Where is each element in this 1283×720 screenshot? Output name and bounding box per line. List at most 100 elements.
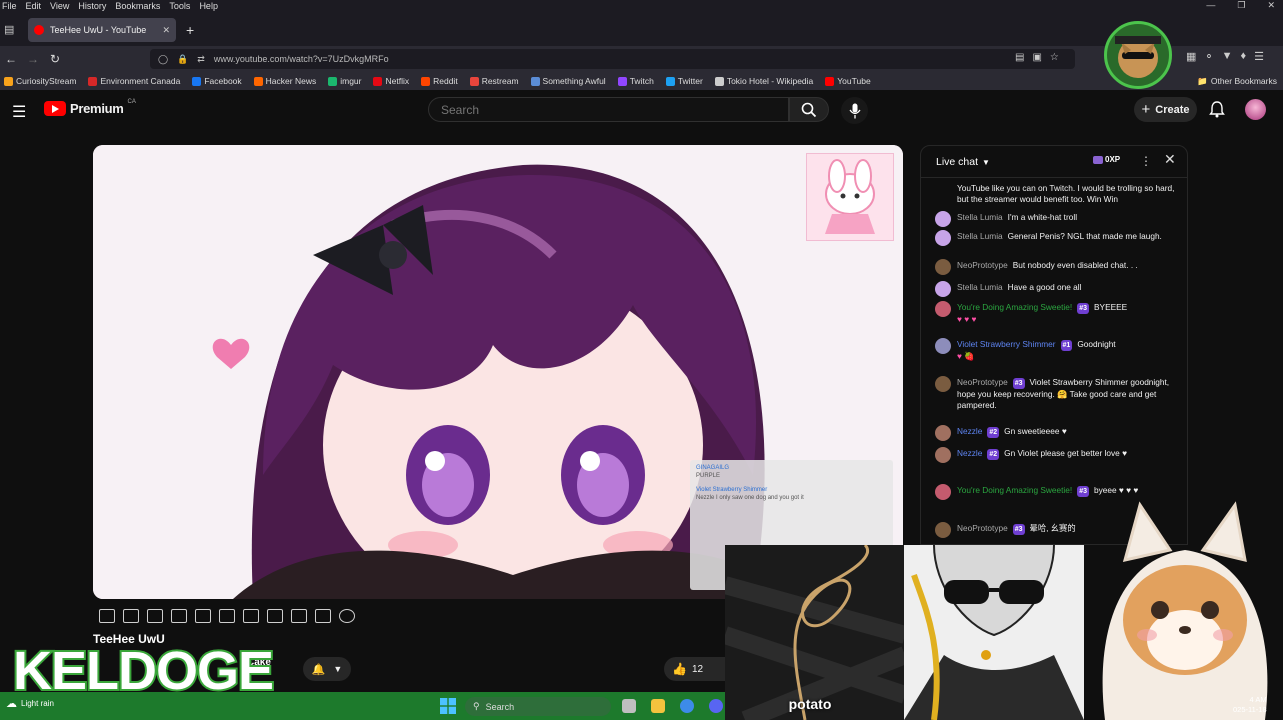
bookmark-item[interactable]: Netflix [373,76,409,86]
chat-author[interactable]: Stella Lumia [957,282,1003,292]
search-button[interactable] [789,97,829,122]
bookmark-item[interactable]: Reddit [421,76,458,86]
voice-search-button[interactable] [841,97,868,124]
tab-list-icon[interactable]: ▤ [4,23,14,36]
bookmark-item[interactable]: imgur [328,76,361,86]
loop-icon[interactable] [99,609,115,623]
bookmark-item[interactable]: Hacker News [253,76,316,86]
menu-edit[interactable]: Edit [26,0,42,12]
more-options-icon[interactable]: ⋮ [1140,154,1152,168]
new-tab-icon[interactable]: + [186,22,194,38]
taskbar-search[interactable]: ⚲ Search [465,697,611,716]
reader-icon[interactable]: ▤ [1015,52,1024,63]
xp-badge[interactable]: 0XP [1093,155,1120,164]
menu-history[interactable]: History [78,0,106,12]
chat-avatar[interactable] [935,522,951,538]
chat-author[interactable]: Stella Lumia [957,212,1003,222]
tab-youtube[interactable]: TeeHee UwU - YouTube ✕ [28,18,176,42]
miniplayer-icon[interactable] [147,609,163,623]
bookmark-item[interactable]: Environment Canada [88,76,180,86]
chat-author[interactable]: NeoPrototype [957,377,1008,387]
pocket-icon[interactable]: ▼ [1222,50,1233,63]
settings-gear-icon[interactable] [339,609,355,623]
file-explorer-icon[interactable] [651,699,665,713]
chat-avatar[interactable] [935,425,951,441]
chat-avatar[interactable] [935,230,951,246]
bookmark-item[interactable]: Twitch [617,76,654,86]
bookmark-item[interactable]: Restream [469,76,519,86]
screenshot-icon[interactable]: ▣ [1032,52,1041,63]
bookmark-item[interactable]: Tokio Hotel - Wikipedia [714,76,813,86]
url-text[interactable]: www.youtube.com/watch?v=7UzDvkgMRFo [214,54,389,64]
search-input[interactable] [428,97,789,122]
menu-file[interactable]: File [2,0,17,12]
video-player[interactable]: GINAGAILG PURPLE Violet Strawberry Shimm… [93,145,903,599]
theater-icon[interactable] [195,609,211,623]
minimize-icon[interactable]: — [1206,0,1215,12]
create-button[interactable]: + Create [1134,97,1197,122]
back-icon[interactable]: ← [0,52,22,66]
url-bar[interactable]: ◯ 🔒 ⇄ www.youtube.com/watch?v=7UzDvkgMRF… [150,49,1075,69]
chat-avatar[interactable] [935,301,951,317]
permissions-icon[interactable]: ⇄ [197,54,205,65]
other-bookmarks[interactable]: 📁 Other Bookmarks [1197,72,1277,90]
bookmark-item[interactable]: Twitter [665,76,703,86]
weather-widget[interactable]: ☁ Light rain [6,697,54,710]
youtube-logo[interactable]: Premium CA [44,99,136,116]
add-icon[interactable] [267,609,283,623]
chat-avatar[interactable] [935,376,951,392]
chat-avatar[interactable] [935,281,951,297]
restore-icon[interactable]: ❐ [1237,0,1245,12]
chat-author[interactable]: You're Doing Amazing Sweetie! [957,302,1072,312]
chat-message[interactable]: NeoPrototype But nobody even disabled cha… [935,259,1175,275]
shield-icon[interactable]: ◯ [158,54,168,65]
task-view-icon[interactable] [622,699,636,713]
chat-message[interactable]: You're Doing Amazing Sweetie! #3 byeee ♥ ♥… [935,484,1175,500]
bookmark-item[interactable]: Facebook [192,76,242,86]
guide-menu-icon[interactable]: ☰ [12,102,26,122]
discord-icon[interactable] [709,699,723,713]
app-menu-icon[interactable]: ☰ [1254,50,1264,63]
start-button[interactable] [440,698,456,714]
subscription-bell-button[interactable]: 🔔 ▼ [303,657,351,681]
chat-message[interactable]: Nezzle #2 Gn Violet please get better love… [935,447,1175,463]
film-icon[interactable] [219,609,235,623]
forward-icon[interactable]: → [22,52,44,66]
chat-author[interactable]: Nezzle [957,426,982,436]
close-window-icon[interactable]: ✕ [1267,0,1275,12]
extension-icon[interactable]: ▦ [1186,50,1196,63]
broadcast-icon[interactable] [123,609,139,623]
menu-tools[interactable]: Tools [169,0,190,12]
clapper-icon[interactable] [171,609,187,623]
chat-message[interactable]: Stella Lumia Have a good one all [935,281,1175,297]
keyboard-icon[interactable] [315,609,331,623]
chat-avatar[interactable] [935,259,951,275]
chat-message[interactable]: You're Doing Amazing Sweetie! #3 BYEEEE ♥ ♥… [935,301,1175,325]
bookmark-star-icon[interactable]: ☆ [1050,52,1059,63]
chat-author[interactable]: NeoPrototype [957,260,1008,270]
chat-author[interactable]: Stella Lumia [957,231,1003,241]
chat-message[interactable]: NeoPrototype #3 Violet Strawberry Shimmer … [935,376,1175,411]
bookmark-item[interactable]: CuriosityStream [4,76,76,86]
puzzle-icon[interactable]: ♦ [1241,50,1247,63]
lock-icon[interactable]: 🔒 [177,54,188,65]
close-chat-icon[interactable]: ✕ [1164,151,1176,168]
chat-author[interactable]: Violet Strawberry Shimmer [957,339,1056,349]
chat-message[interactable]: Nezzle #2 Gn sweetieeee ♥ [935,425,1175,441]
chat-avatar[interactable] [935,338,951,354]
account-avatar[interactable] [1245,99,1266,120]
chat-mode-dropdown[interactable]: Live chat ▼ [936,156,990,168]
camera-icon[interactable] [291,609,307,623]
chat-author[interactable]: NeoPrototype [957,523,1008,533]
speed-icon[interactable] [243,609,259,623]
chat-message[interactable]: Violet Strawberry Shimmer #1 Goodnight ♥ 🍓 [935,338,1175,362]
menu-bookmarks[interactable]: Bookmarks [115,0,160,12]
edge-icon[interactable] [680,699,694,713]
bookmark-item[interactable]: Something Awful [530,76,606,86]
chat-message[interactable]: YouTube like you can on Twitch. I would … [935,183,1175,205]
chat-message[interactable]: Stella Lumia I'm a white-hat troll [935,211,1175,227]
like-button[interactable]: 👍 12 [664,657,728,681]
menu-help[interactable]: Help [199,0,218,12]
menu-view[interactable]: View [50,0,69,12]
bookmark-item[interactable]: YouTube [825,76,871,86]
